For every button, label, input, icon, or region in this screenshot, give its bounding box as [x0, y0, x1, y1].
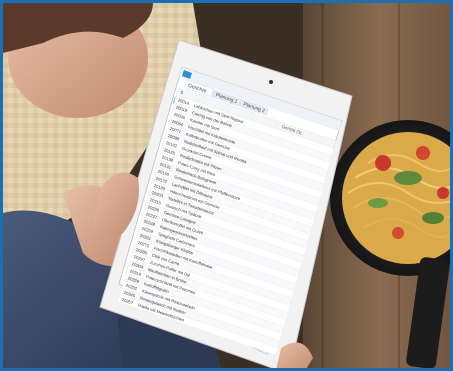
photo-frame: Gerichte Planung 1 Planung 2 ⇅ Gericht (…: [0, 0, 453, 371]
photo-scene: [3, 3, 450, 368]
